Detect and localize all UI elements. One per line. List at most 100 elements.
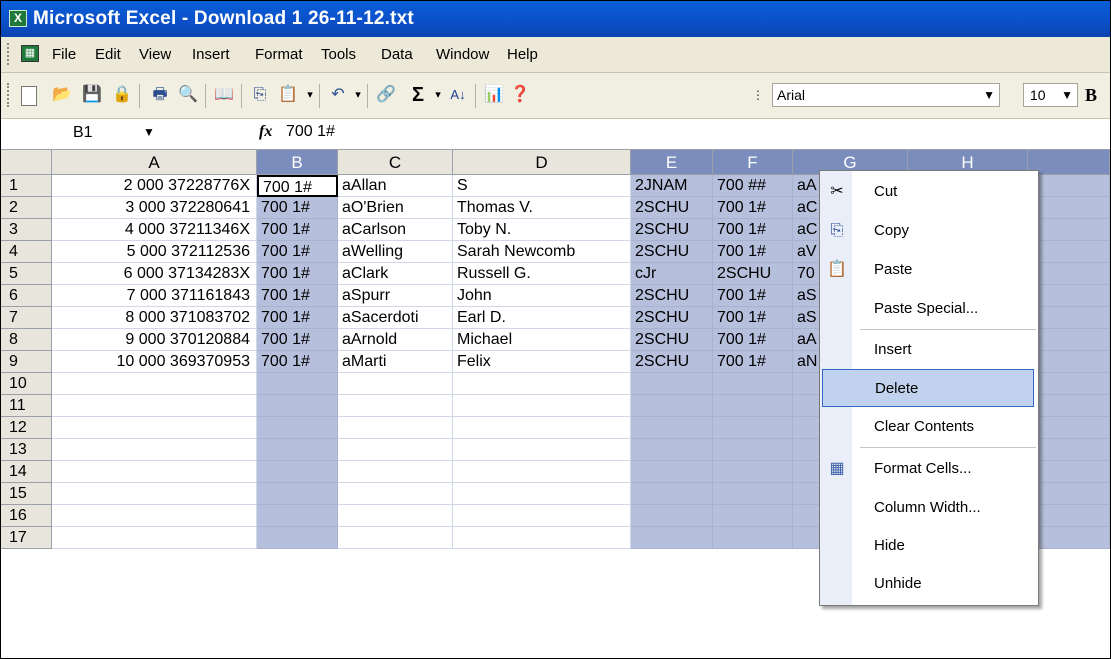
name-box[interactable]: B1 ▼ xyxy=(1,121,181,146)
cell-d14[interactable] xyxy=(453,461,631,483)
insert-function-icon[interactable]: fx xyxy=(259,123,272,141)
cell-i13[interactable] xyxy=(1028,439,1110,461)
cell-c7[interactable]: aSacerdoti xyxy=(338,307,453,329)
cell-i4[interactable] xyxy=(1028,241,1110,263)
formula-input[interactable]: 700 1# xyxy=(286,123,335,141)
font-name-select[interactable]: Arial ▼ xyxy=(772,83,1000,107)
cell-c16[interactable] xyxy=(338,505,453,527)
undo-icon[interactable]: ↶ xyxy=(327,84,349,106)
cell-c17[interactable] xyxy=(338,527,453,549)
cell-c12[interactable] xyxy=(338,417,453,439)
cell-i9[interactable] xyxy=(1028,351,1110,373)
excel-icon[interactable]: X xyxy=(9,10,27,27)
cell-f17[interactable] xyxy=(713,527,793,549)
paste-icon[interactable]: 📋 xyxy=(277,84,299,106)
cell-e6[interactable]: 2SCHU xyxy=(631,285,713,307)
cell-a7[interactable]: 8 000 371083702 xyxy=(52,307,257,329)
menu-paste[interactable]: 📋 Paste xyxy=(820,251,1038,289)
cell-e13[interactable] xyxy=(631,439,713,461)
cell-i15[interactable] xyxy=(1028,483,1110,505)
cell-d17[interactable] xyxy=(453,527,631,549)
cell-e4[interactable]: 2SCHU xyxy=(631,241,713,263)
cell-a4[interactable]: 5 000 372112536 xyxy=(52,241,257,263)
cell-i6[interactable] xyxy=(1028,285,1110,307)
cell-f13[interactable] xyxy=(713,439,793,461)
cell-b2[interactable]: 700 1# xyxy=(257,197,338,219)
column-header-f[interactable]: F xyxy=(713,150,793,175)
cell-i8[interactable] xyxy=(1028,329,1110,351)
column-header-a[interactable]: A xyxy=(52,150,257,175)
row-header[interactable]: 4 xyxy=(1,241,52,263)
cell-d3[interactable]: Toby N. xyxy=(453,219,631,241)
cell-f16[interactable] xyxy=(713,505,793,527)
cell-c8[interactable]: aArnold xyxy=(338,329,453,351)
menu-unhide[interactable]: Unhide xyxy=(820,565,1038,603)
cell-b17[interactable] xyxy=(257,527,338,549)
cell-b6[interactable]: 700 1# xyxy=(257,285,338,307)
menu-tools[interactable]: Tools xyxy=(321,46,356,63)
cell-i7[interactable] xyxy=(1028,307,1110,329)
row-header[interactable]: 1 xyxy=(1,175,52,197)
cell-d8[interactable]: Michael xyxy=(453,329,631,351)
column-header-c[interactable]: C xyxy=(338,150,453,175)
cell-b9[interactable]: 700 1# xyxy=(257,351,338,373)
cell-e5[interactable]: cJr xyxy=(631,263,713,285)
menu-delete[interactable]: Delete xyxy=(822,369,1034,407)
bold-button[interactable]: B xyxy=(1085,85,1097,106)
cell-b10[interactable] xyxy=(257,373,338,395)
row-header[interactable]: 12 xyxy=(1,417,52,439)
cell-b14[interactable] xyxy=(257,461,338,483)
cell-b5[interactable]: 700 1# xyxy=(257,263,338,285)
menu-hide[interactable]: Hide xyxy=(820,527,1038,565)
cell-c1[interactable]: aAllan xyxy=(338,175,453,197)
help-icon[interactable]: ❓ xyxy=(509,84,531,106)
cell-d13[interactable] xyxy=(453,439,631,461)
row-header[interactable]: 6 xyxy=(1,285,52,307)
cell-e3[interactable]: 2SCHU xyxy=(631,219,713,241)
cell-c2[interactable]: aO'Brien xyxy=(338,197,453,219)
insert-hyperlink-icon[interactable]: 🔗 xyxy=(375,84,397,106)
cell-i3[interactable] xyxy=(1028,219,1110,241)
menu-view[interactable]: View xyxy=(139,46,171,63)
menu-format[interactable]: Format xyxy=(255,46,303,63)
menu-copy[interactable]: ⎘ Copy xyxy=(820,212,1038,250)
cell-i10[interactable] xyxy=(1028,373,1110,395)
copy-icon[interactable]: ⎘ xyxy=(249,84,271,106)
menu-clear-contents[interactable]: Clear Contents xyxy=(820,408,1038,446)
menu-file[interactable]: File xyxy=(52,46,76,63)
menu-paste-special[interactable]: Paste Special... xyxy=(820,290,1038,328)
cell-a11[interactable] xyxy=(52,395,257,417)
cell-f5[interactable]: 2SCHU xyxy=(713,263,793,285)
cell-a2[interactable]: 3 000 372280641 xyxy=(52,197,257,219)
cell-f3[interactable]: 700 1# xyxy=(713,219,793,241)
cell-a15[interactable] xyxy=(52,483,257,505)
cell-b13[interactable] xyxy=(257,439,338,461)
column-header-d[interactable]: D xyxy=(453,150,631,175)
cell-c15[interactable] xyxy=(338,483,453,505)
cell-b3[interactable]: 700 1# xyxy=(257,219,338,241)
undo-dropdown-icon[interactable]: ▾ xyxy=(347,84,369,106)
row-header[interactable]: 15 xyxy=(1,483,52,505)
row-header[interactable]: 9 xyxy=(1,351,52,373)
cell-d6[interactable]: John xyxy=(453,285,631,307)
cell-d16[interactable] xyxy=(453,505,631,527)
row-header[interactable]: 7 xyxy=(1,307,52,329)
cell-e15[interactable] xyxy=(631,483,713,505)
research-icon[interactable]: 📖 xyxy=(213,84,235,106)
column-header-b[interactable]: B xyxy=(257,150,338,175)
cell-e14[interactable] xyxy=(631,461,713,483)
cell-f4[interactable]: 700 1# xyxy=(713,241,793,263)
cell-e8[interactable]: 2SCHU xyxy=(631,329,713,351)
cell-a16[interactable] xyxy=(52,505,257,527)
menu-insert[interactable]: Insert xyxy=(192,46,230,63)
cell-i16[interactable] xyxy=(1028,505,1110,527)
cell-f11[interactable] xyxy=(713,395,793,417)
row-header[interactable]: 17 xyxy=(1,527,52,549)
menu-insert-cells[interactable]: Insert xyxy=(820,331,1038,369)
cell-a17[interactable] xyxy=(52,527,257,549)
cell-i1[interactable] xyxy=(1028,175,1110,197)
autosum-dropdown-icon[interactable]: ▾ xyxy=(427,84,449,106)
save-icon[interactable]: 💾 xyxy=(81,84,103,106)
cell-a10[interactable] xyxy=(52,373,257,395)
cell-b11[interactable] xyxy=(257,395,338,417)
